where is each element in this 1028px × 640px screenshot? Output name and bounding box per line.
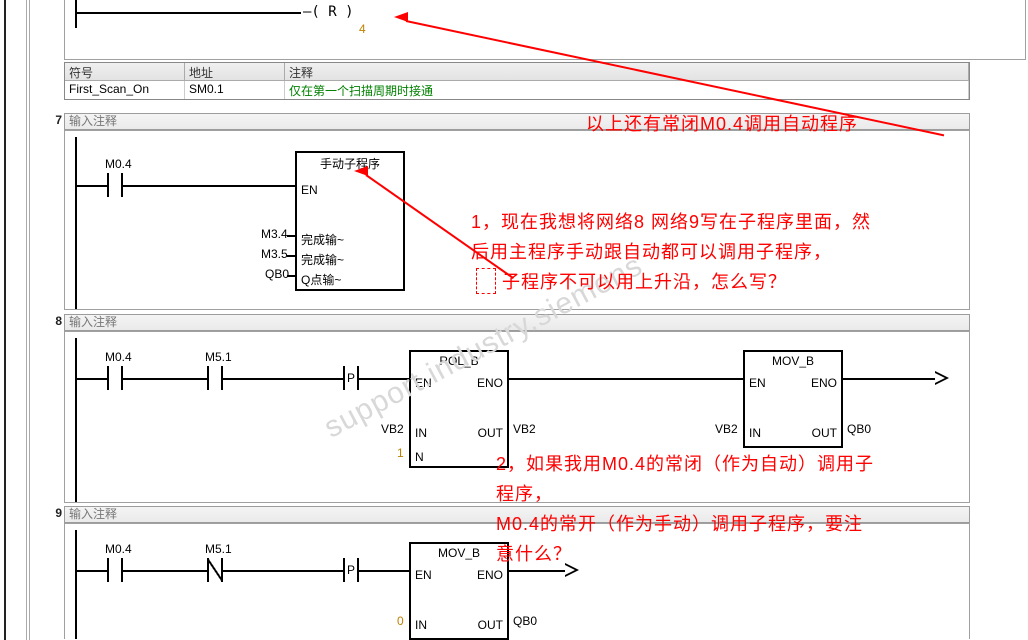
rung-number-8: 8 <box>36 314 62 332</box>
annotation-q1-line2: 后用主程序手动跟自动都可以调用子程序， <box>471 238 832 266</box>
contact-label: M0.4 <box>105 157 132 171</box>
annotation-top: 以上还有常闭M0.4调用自动程序 <box>586 110 858 138</box>
annotation-q2-line2: 程序， <box>496 480 553 508</box>
reset-coil: —( R ) <box>303 4 354 20</box>
table-row: First_Scan_On SM0.1 仅在第一个扫描周期时接通 <box>65 81 969 99</box>
rol-b-block[interactable]: ROL_B EN ENO IN OUT N <box>409 350 509 468</box>
vertical-ruler <box>26 0 30 640</box>
ladder-editor: —( R ) 4 符号 地址 注释 First_Scan_On SM0.1 仅在… <box>4 0 1028 640</box>
contact-m0-4[interactable] <box>95 556 135 584</box>
mov-b-block[interactable]: MOV_B EN ENO IN OUT <box>409 542 509 640</box>
annotation-q2-line3: M0.4的常开（作为手动）调用子程序，要注 <box>496 510 863 538</box>
arrow-head-icon <box>394 12 408 22</box>
arrow-head-icon <box>354 166 368 176</box>
rung6-fragment: —( R ) 4 <box>36 0 1026 60</box>
rung-comment[interactable]: 输入注释 <box>64 314 970 331</box>
end-arrow-icon <box>935 371 949 385</box>
annotation-q2-line4: 意什么？ <box>496 540 572 568</box>
annotation-q1-line3: 子程序不可以用上升沿，怎么写？ <box>502 268 787 296</box>
annotation-q1-line1: 1，现在我想将网络8 网络9写在子程序里面，然 <box>471 208 871 236</box>
symbol-table: 符号 地址 注释 First_Scan_On SM0.1 仅在第一个扫描周期时接… <box>64 62 970 100</box>
contact-m5-1-nc[interactable] <box>195 556 235 584</box>
rung-number-7: 7 <box>36 113 62 131</box>
contact-m0-4[interactable] <box>95 171 135 199</box>
rung-number-9: 9 <box>36 506 62 524</box>
contact-m0-4[interactable] <box>95 364 135 392</box>
symtab-col-comment: 注释 <box>285 63 969 81</box>
symtab-col-symbol: 符号 <box>65 63 185 81</box>
annotation-box <box>476 268 496 294</box>
subroutine-block[interactable]: 手动子程序 EN 完成输~ 完成输~ Q点输~ <box>295 151 405 291</box>
mov-b-block[interactable]: MOV_B EN ENO IN OUT <box>743 350 843 448</box>
reset-count: 4 <box>359 22 366 36</box>
symtab-col-address: 地址 <box>185 63 285 81</box>
contact-m5-1[interactable] <box>195 364 235 392</box>
annotation-q2-line1: 2，如果我用M0.4的常闭（作为自动）调用子 <box>496 450 874 478</box>
